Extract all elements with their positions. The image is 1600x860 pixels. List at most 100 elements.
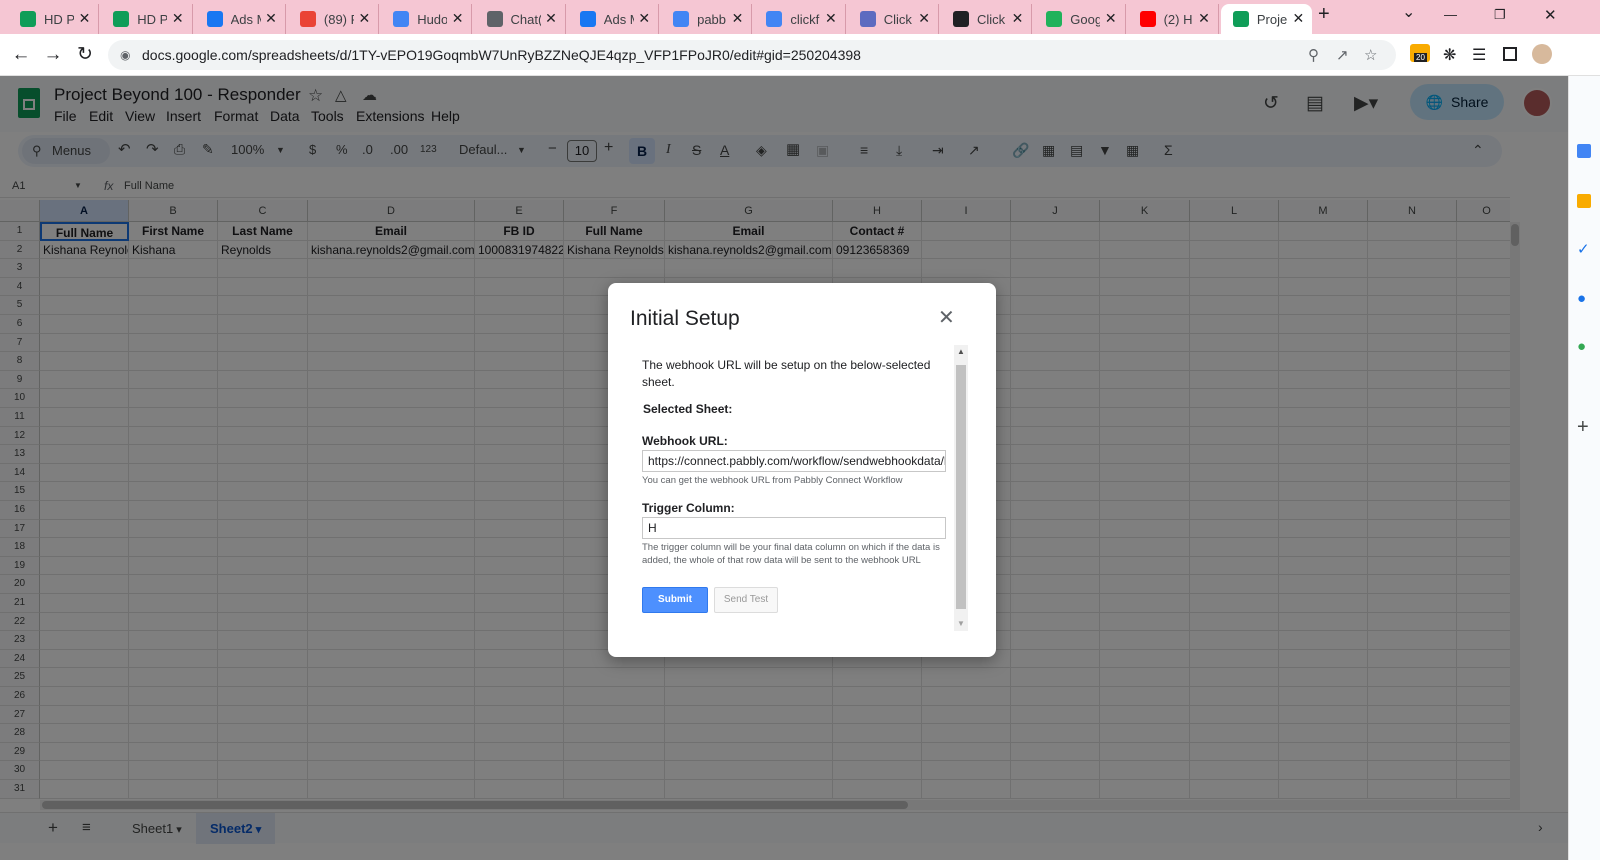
tasks-icon[interactable]: ✓ [1577, 240, 1590, 258]
browser-tab-title: pabb [697, 11, 727, 27]
browser-tab-title: Ads M [230, 11, 261, 27]
browser-tab[interactable]: Proje ✕ [1220, 4, 1313, 34]
browser-tab-title: Ads M [603, 11, 634, 27]
trigger-column-input[interactable]: H [642, 517, 946, 539]
sheets-icon [20, 11, 36, 27]
dialog-intro-text: The webhook URL will be setup on the bel… [642, 358, 931, 389]
meta-icon [579, 11, 596, 27]
tab-close-icon[interactable]: ✕ [79, 10, 91, 27]
browser-tab[interactable]: Chat(✕ [475, 4, 566, 34]
extension-badge: 20 [1414, 53, 1427, 62]
browser-tab-title: (2) H [1163, 11, 1193, 27]
browser-tab-title: Click [977, 11, 1006, 27]
browser-tab-title: Proje [1256, 11, 1287, 27]
photos-icon [299, 11, 316, 27]
webhook-url-label: Webhook URL: [642, 434, 728, 448]
tab-close-icon[interactable]: ✕ [1105, 10, 1117, 27]
tab-close-icon[interactable]: ✕ [1198, 10, 1210, 27]
browser-tab[interactable]: clickf ✕ [754, 4, 846, 34]
tab-close-icon[interactable]: ✕ [638, 10, 650, 27]
browser-tab[interactable]: Click ✕ [941, 4, 1033, 34]
clickfunnels-t-icon [953, 11, 969, 27]
bookmark-star-icon[interactable]: ☆ [1364, 46, 1377, 64]
browser-tab[interactable]: Click ✕ [848, 4, 939, 34]
minimize-icon[interactable]: — [1444, 7, 1457, 22]
tab-search-icon[interactable]: ⌄ [1402, 2, 1415, 22]
tab-close-icon[interactable]: ✕ [918, 10, 930, 27]
address-bar[interactable]: ◉ docs.google.com/spreadsheets/d/1TY-vEP… [108, 40, 1396, 70]
url-text: docs.google.com/spreadsheets/d/1TY-vEPO1… [142, 47, 861, 63]
window-close-icon[interactable]: ✕ [1544, 6, 1557, 24]
zoom-icon[interactable]: ⚲ [1308, 46, 1319, 64]
extensions-puzzle-icon[interactable]: ❋ [1443, 45, 1456, 65]
get-addons-icon[interactable]: + [1577, 416, 1589, 439]
tab-close-icon[interactable]: ✕ [545, 10, 557, 27]
dialog-body: The webhook URL will be setup on the bel… [628, 345, 970, 635]
scroll-up-icon[interactable]: ▲ [957, 347, 965, 356]
profile-avatar[interactable] [1532, 44, 1552, 64]
submit-button[interactable]: Submit [642, 587, 708, 613]
trigger-help-text: The trigger column will be your final da… [642, 542, 940, 566]
browser-tab-title: (89) F [323, 11, 354, 27]
dialog-title: Initial Setup [630, 307, 740, 330]
forward-icon[interactable]: → [40, 42, 66, 68]
browser-tab-title: HD P [44, 11, 74, 27]
meta-icon [206, 11, 223, 27]
new-tab-icon[interactable]: + [1318, 3, 1330, 26]
browser-tab-title: Chat( [510, 11, 541, 27]
browser-tab[interactable]: pabb ✕ [661, 4, 753, 34]
share-page-icon[interactable]: ↗ [1336, 46, 1349, 64]
pabbly-icon [1046, 11, 1063, 27]
tab-close-icon[interactable]: ✕ [265, 10, 277, 27]
tab-close-icon[interactable]: ✕ [172, 10, 184, 27]
close-icon[interactable]: ✕ [938, 305, 955, 330]
browser-tab-title: Goog [1070, 11, 1101, 27]
browser-tab[interactable]: Goog ✕ [1034, 4, 1126, 34]
chatgpt-icon [486, 11, 503, 27]
side-panel-icon[interactable] [1503, 47, 1517, 61]
maps-icon[interactable]: ● [1577, 338, 1586, 355]
tab-close-icon[interactable]: ✕ [732, 10, 744, 27]
sheets-icon [113, 11, 130, 27]
google-icon [673, 11, 690, 27]
send-test-button[interactable]: Send Test [714, 587, 778, 613]
tab-close-icon[interactable]: ✕ [452, 10, 464, 27]
selected-sheet-label: Selected Sheet: [643, 402, 733, 416]
keep-icon[interactable] [1577, 194, 1591, 208]
browser-tab[interactable]: HD P ✕ [8, 4, 100, 34]
tab-close-icon[interactable]: ✕ [825, 10, 837, 27]
back-icon[interactable]: ← [8, 42, 34, 68]
webhook-url-input[interactable]: https://connect.pabbly.com/workflow/send… [642, 450, 946, 472]
clickfunnels-icon [859, 11, 876, 27]
browser-tab-title: HD P [137, 11, 168, 27]
sheets-icon [1232, 11, 1249, 27]
browser-tab[interactable]: (2) H ✕ [1128, 4, 1219, 34]
reload-icon[interactable]: ↻ [72, 42, 98, 68]
dialog-scrollbar[interactable]: ▲ ▼ [954, 345, 968, 631]
browser-toolbar: ← → ↻ ◉ docs.google.com/spreadsheets/d/1… [0, 34, 1600, 76]
browser-tab[interactable]: (89) F✕ [288, 4, 380, 34]
webhook-help-text: You can get the webhook URL from Pabbly … [642, 475, 903, 486]
scroll-down-icon[interactable]: ▼ [957, 619, 965, 628]
browser-tab-title: Hudo [417, 11, 448, 27]
tab-close-icon[interactable]: ✕ [358, 10, 370, 27]
tab-close-icon[interactable]: ✕ [1012, 10, 1024, 27]
site-info-icon[interactable]: ◉ [120, 48, 130, 62]
contacts-icon[interactable]: ● [1577, 290, 1586, 307]
browser-tab[interactable]: Hudo ✕ [381, 4, 473, 34]
media-control-icon[interactable]: ☰ [1472, 45, 1486, 65]
browser-tab[interactable]: Ads M✕ [195, 4, 286, 34]
extension-icon[interactable]: 20 [1410, 44, 1430, 62]
dialog-scroll-thumb[interactable] [956, 365, 966, 609]
restore-icon[interactable]: ❐ [1494, 7, 1506, 23]
docs-icon [393, 11, 410, 27]
browser-tab-title: Click [883, 11, 912, 27]
browser-tab[interactable]: Ads M✕ [568, 4, 660, 34]
side-panel: ✓ ● ● + [1568, 76, 1600, 860]
browser-tab[interactable]: HD P ✕ [101, 4, 193, 34]
browser-tab-strip: HD P✕HD P✕Ads M✕(89) F✕Hudo✕Chat(✕Ads M✕… [0, 0, 1600, 34]
youtube-icon [1139, 11, 1156, 27]
calendar-icon[interactable] [1577, 144, 1591, 158]
google-icon [766, 11, 783, 27]
tab-close-icon[interactable]: ✕ [1292, 10, 1304, 27]
